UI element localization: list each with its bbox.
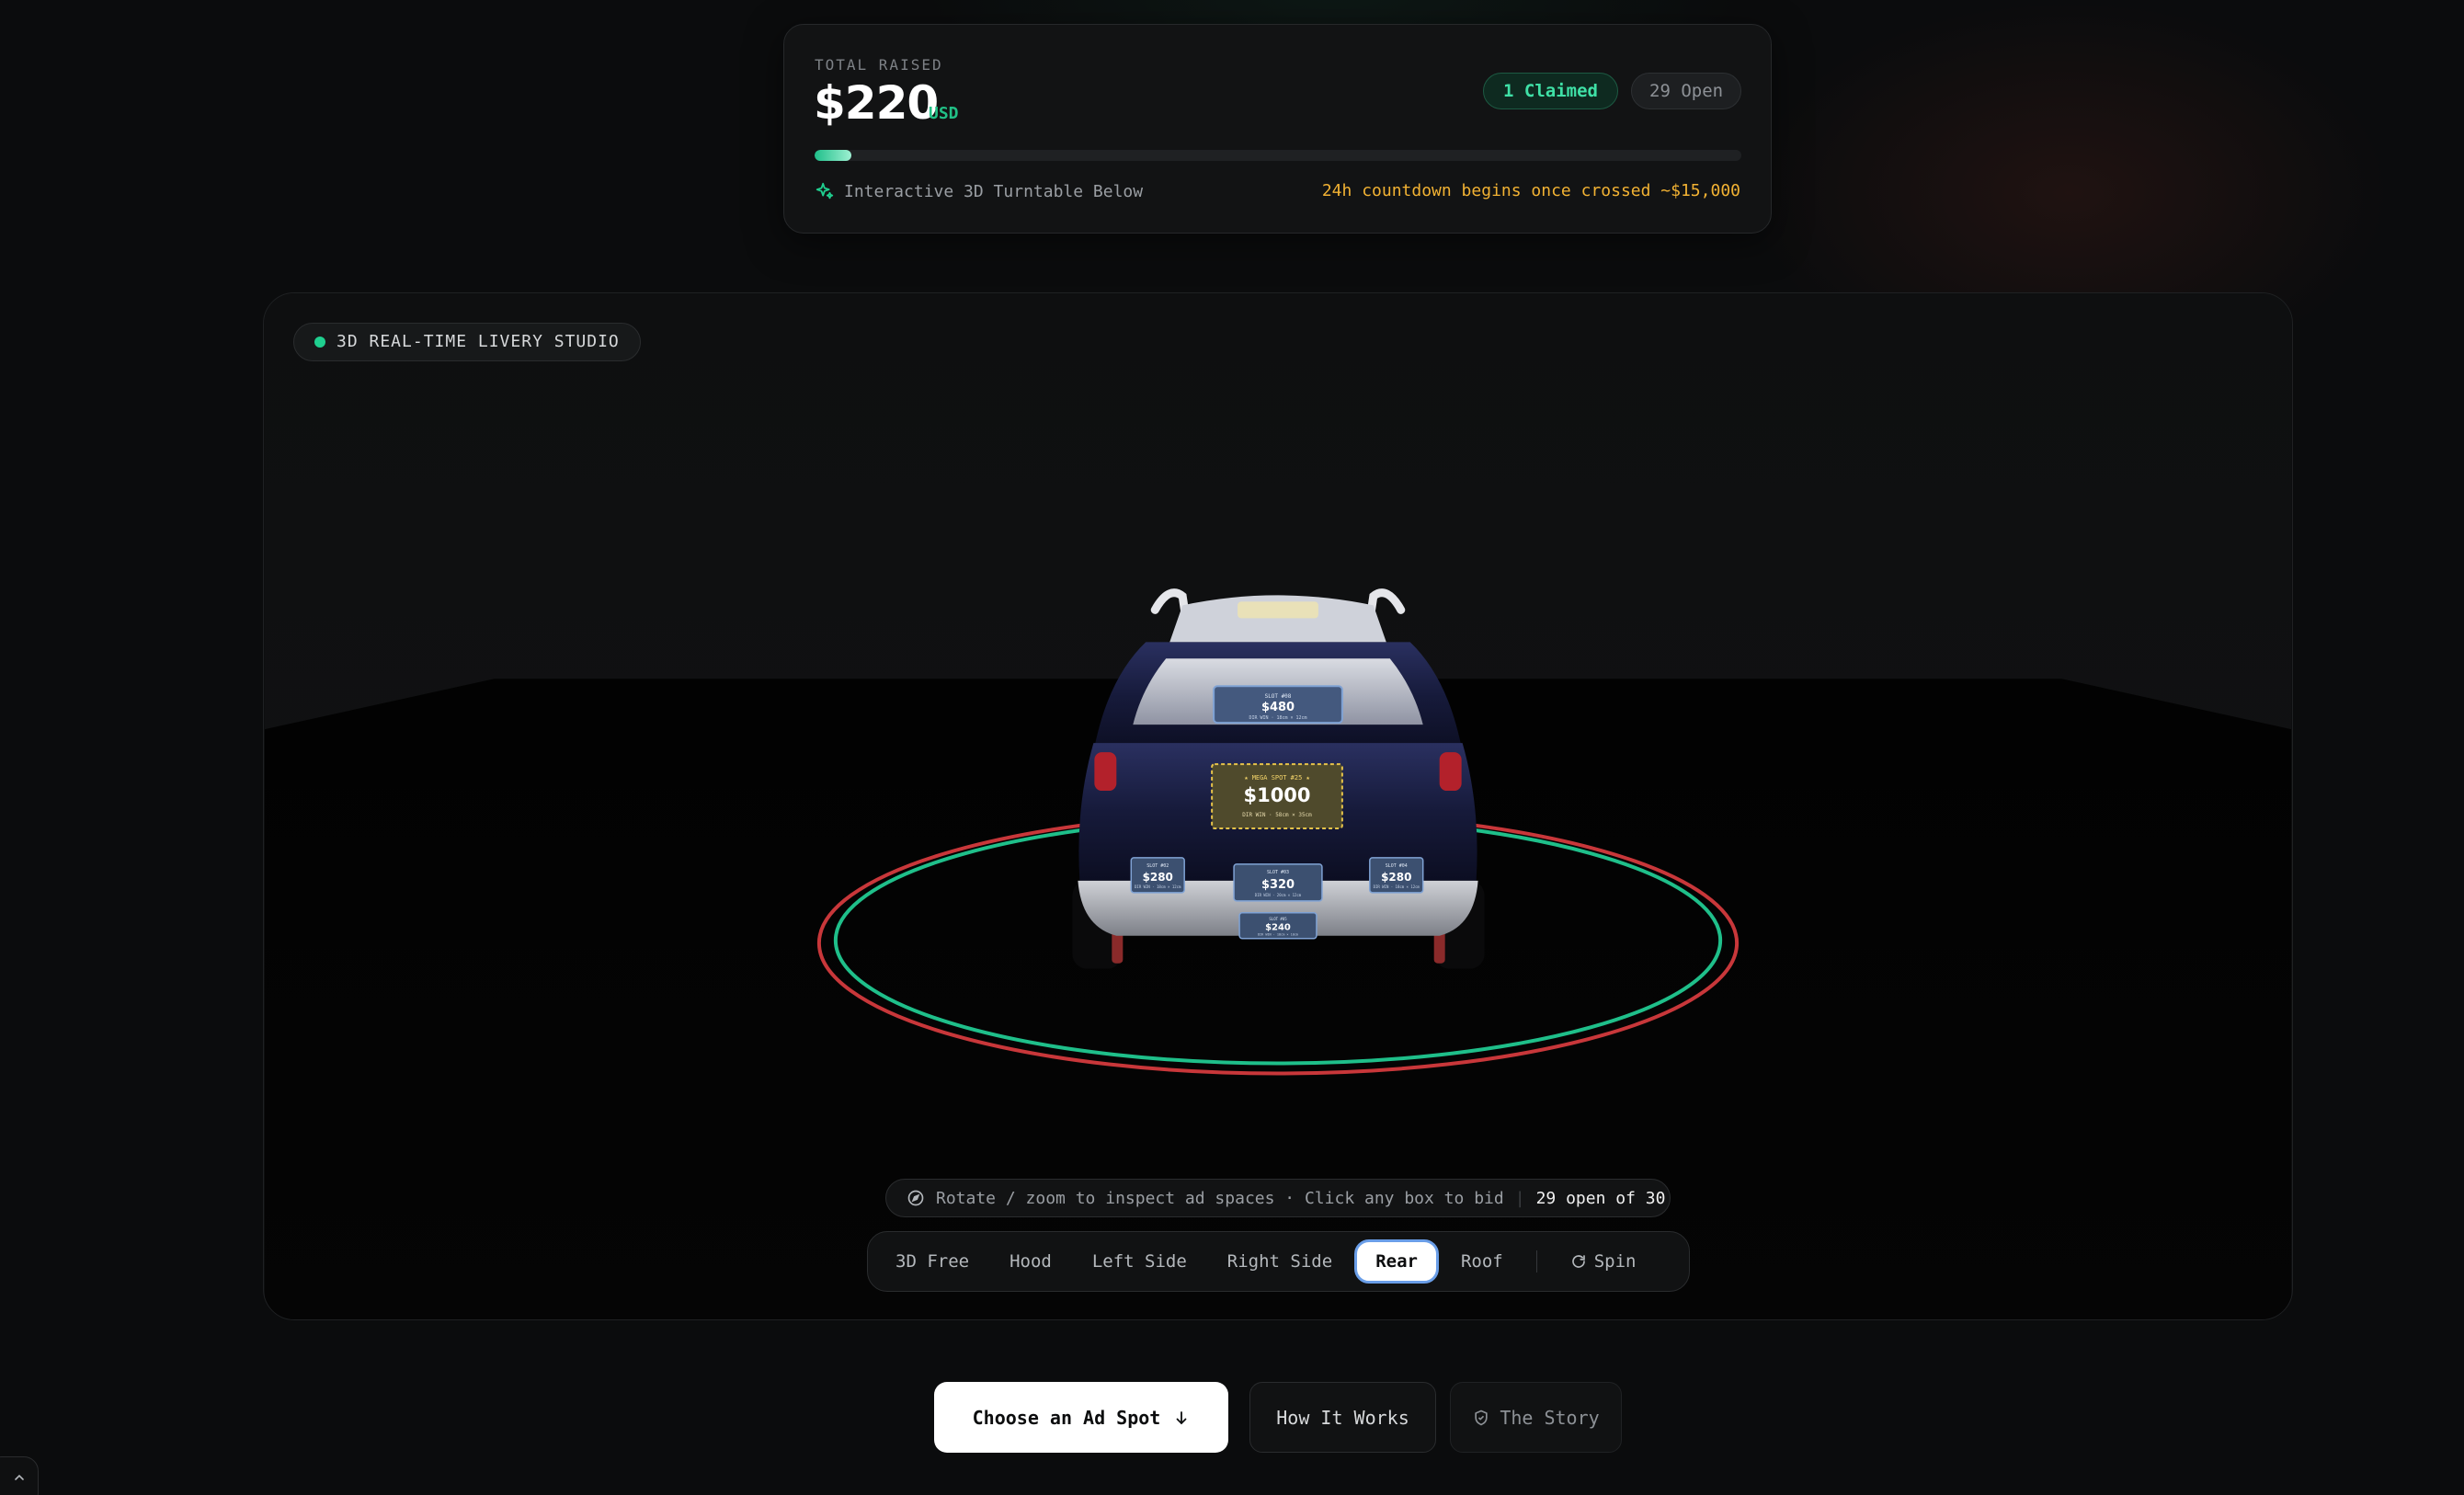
ad-spot-center[interactable]: SLOT #03 $320 DIR WIN · 20cm × 12cm [1233, 863, 1323, 902]
ad-spot-meta: DIR WIN · 58cm × 35cm [1242, 812, 1312, 818]
view-hood-button[interactable]: Hood [991, 1239, 1070, 1284]
ad-spot-mega[interactable]: ★ MEGA SPOT #25 ★ $1000 DIR WIN · 58cm ×… [1211, 763, 1343, 829]
ad-spot-meta: DIR WIN · 18cm × 12cm [1249, 715, 1306, 721]
the-story-label: The Story [1500, 1406, 1600, 1429]
ad-spot-title: SLOT #04 [1386, 863, 1408, 869]
hint-separator: | [1514, 1188, 1525, 1208]
ad-spot-price: $280 [1143, 871, 1173, 884]
ad-spot-title: SLOT #03 [1267, 870, 1289, 875]
view-roof-button[interactable]: Roof [1443, 1239, 1522, 1284]
ad-spot-title: SLOT #02 [1146, 863, 1169, 869]
ad-spot-plate[interactable]: SLOT #05 $240 DIR WIN · 18cm × 10cm [1238, 912, 1318, 940]
studio-tag: 3D REAL-TIME LIVERY STUDIO [293, 323, 641, 361]
ad-spot-right[interactable]: SLOT #04 $280 DIR WIN · 18cm × 12cm [1369, 857, 1424, 894]
studio-scene[interactable]: SLOT #08 $480 DIR WIN · 18cm × 12cm ★ ME… [264, 293, 2292, 1319]
funding-currency: USD [929, 104, 959, 123]
claimed-badge: 1 Claimed [1483, 73, 1618, 109]
ad-spot-meta: DIR WIN · 20cm × 12cm [1255, 893, 1302, 897]
ad-spot-title: SLOT #05 [1269, 917, 1287, 921]
view-left-side-button[interactable]: Left Side [1074, 1239, 1205, 1284]
ad-spot-meta: DIR WIN · 18cm × 12cm [1374, 884, 1420, 889]
ad-spot-meta: DIR WIN · 18cm × 12cm [1135, 884, 1181, 889]
sparkle-icon [816, 182, 834, 200]
ad-spot-meta: DIR WIN · 18cm × 10cm [1258, 933, 1298, 937]
chevron-up-icon [15, 1474, 24, 1480]
turntable-note-text: Interactive 3D Turntable Below [844, 181, 1144, 201]
camera-view-toolbar: 3D Free Hood Left Side Right Side Rear R… [867, 1231, 1690, 1292]
shield-check-icon [1475, 1409, 1488, 1425]
funding-progress-bar [815, 150, 1741, 161]
funding-progress-fill [815, 150, 852, 161]
studio-tag-text: 3D REAL-TIME LIVERY STUDIO [337, 332, 620, 351]
ad-spot-price: $1000 [1244, 784, 1311, 806]
open-spots-count: 29 open of 30 [1535, 1188, 1666, 1208]
ad-spot-title: SLOT #08 [1265, 693, 1292, 700]
open-badge: 29 Open [1631, 73, 1742, 109]
funding-card: TOTAL RAISED $220 USD 1 Claimed 29 Open … [783, 24, 1772, 234]
view-rear-button[interactable]: Rear [1354, 1239, 1439, 1284]
livery-studio-panel: SLOT #08 $480 DIR WIN · 18cm × 12cm ★ ME… [263, 292, 2293, 1320]
arrow-down-icon [1176, 1410, 1187, 1424]
toolbar-divider [1535, 1250, 1537, 1272]
the-story-button[interactable]: The Story [1450, 1382, 1622, 1453]
how-it-works-button[interactable]: How It Works [1249, 1382, 1436, 1453]
turntable-note: Interactive 3D Turntable Below [815, 181, 1143, 201]
view-3d-free-button[interactable]: 3D Free [877, 1239, 987, 1284]
scroll-to-top-button[interactable] [0, 1456, 39, 1495]
ad-spot-price: $320 [1261, 878, 1295, 892]
ad-spot-price: $480 [1261, 701, 1295, 714]
ad-spot-left[interactable]: SLOT #02 $280 DIR WIN · 18cm × 12cm [1130, 857, 1185, 894]
funding-amount: $220 [814, 76, 939, 130]
inspect-hint-bar: Rotate / zoom to inspect ad spaces · Cli… [885, 1179, 1671, 1217]
countdown-note: 24h countdown begins once crossed ~$15,0… [1321, 181, 1740, 200]
ad-spot-window[interactable]: SLOT #08 $480 DIR WIN · 18cm × 12cm [1213, 685, 1343, 725]
view-right-side-button[interactable]: Right Side [1209, 1239, 1351, 1284]
ad-spot-price: $240 [1265, 923, 1291, 933]
spin-label: Spin [1593, 1251, 1637, 1272]
live-status-dot [314, 337, 325, 348]
choose-ad-spot-label: Choose an Ad Spot [972, 1406, 1161, 1429]
ad-spot-price: $280 [1381, 871, 1411, 884]
funding-label: TOTAL RAISED [815, 56, 943, 74]
how-it-works-label: How It Works [1276, 1406, 1409, 1429]
compass-icon [907, 1190, 924, 1206]
refresh-icon [1571, 1255, 1585, 1268]
ad-spot-title: ★ MEGA SPOT #25 ★ [1244, 774, 1309, 782]
hint-text: Rotate / zoom to inspect ad spaces · Cli… [936, 1188, 1504, 1208]
spin-button[interactable]: Spin [1552, 1239, 1655, 1284]
choose-ad-spot-button[interactable]: Choose an Ad Spot [934, 1382, 1228, 1453]
